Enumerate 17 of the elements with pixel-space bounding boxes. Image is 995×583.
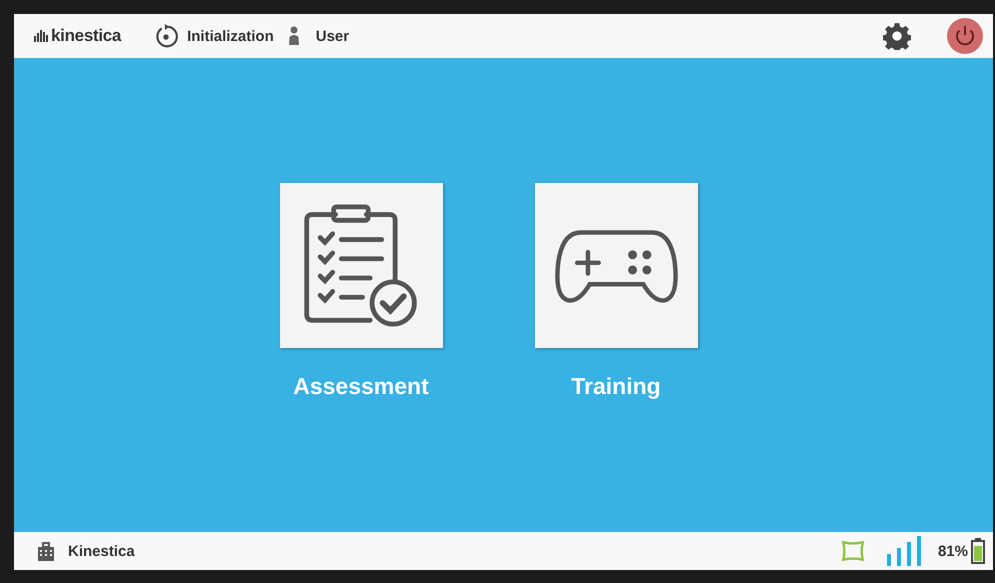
training-label: Training	[571, 373, 661, 400]
signal-icon	[886, 536, 922, 566]
power-button[interactable]	[947, 18, 983, 54]
user-icon	[288, 26, 300, 46]
square-frame-icon	[840, 539, 866, 563]
training-tile[interactable]	[534, 183, 698, 348]
assessment-label: Assessment	[293, 373, 429, 400]
assessment-tile[interactable]	[280, 183, 442, 348]
battery-icon	[971, 538, 985, 564]
settings-icon[interactable]	[883, 22, 911, 50]
building-icon	[36, 541, 56, 561]
logo-bars-icon	[34, 30, 48, 42]
logo-text: kinestica	[51, 26, 122, 46]
status-label: Initialization	[187, 28, 274, 44]
site-label: Kinestica	[68, 542, 135, 560]
user-label: User	[316, 28, 350, 44]
battery-percent: 81%	[938, 542, 968, 560]
